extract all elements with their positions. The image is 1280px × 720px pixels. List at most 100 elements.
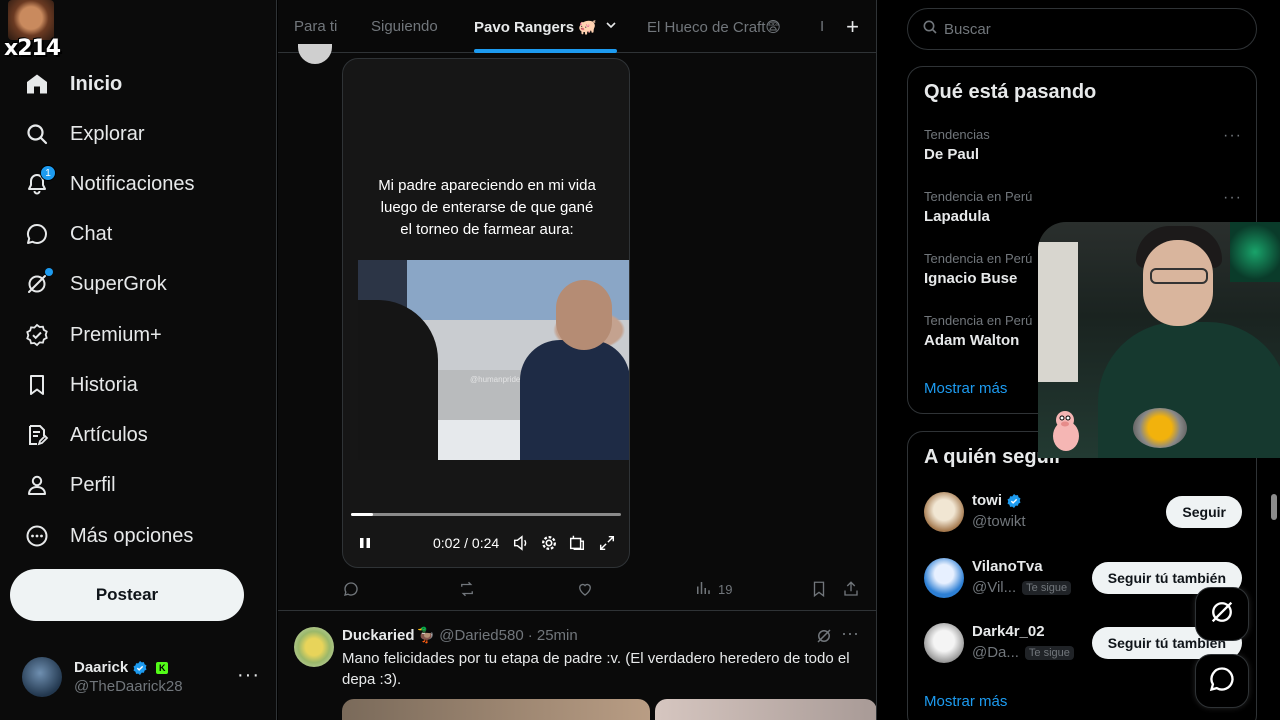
bookmark-post-icon[interactable] [810, 577, 828, 601]
suggestion-handle: @Vil... [972, 579, 1017, 596]
notification-count-badge: 1 [40, 165, 56, 181]
timeline-tabs: Para ti Siguiendo Pavo Rangers 🐖 El Huec… [278, 0, 876, 53]
repost-icon[interactable] [458, 577, 476, 601]
trend-more-icon[interactable]: ··· [1223, 189, 1242, 207]
nav-explore[interactable]: Explorar [14, 111, 154, 157]
reply-icon[interactable] [342, 577, 360, 601]
nav-explore-label: Explorar [70, 122, 145, 145]
tab-label: I [820, 18, 825, 35]
post-media-image[interactable] [655, 699, 876, 720]
post-button[interactable]: Postear [10, 569, 244, 621]
post-author-emoji: 🦆 [416, 627, 436, 644]
nav-supergrok[interactable]: SuperGrok [14, 261, 177, 307]
video-time: 0:02 / 0:24 [433, 535, 500, 551]
suggestion-avatar [924, 558, 964, 598]
streamer-body [1098, 322, 1280, 458]
fullscreen-icon[interactable] [597, 533, 617, 553]
who-to-follow-show-more-link[interactable]: Mostrar más [924, 693, 1007, 710]
home-icon [24, 71, 50, 97]
frame-figure-head [556, 280, 612, 350]
nav-notifications[interactable]: 1 Notificaciones [14, 161, 205, 207]
tab-el-hueco-de-craft[interactable]: El Hueco de Craft😨 [647, 0, 781, 53]
nav-chat[interactable]: Chat [14, 211, 122, 257]
follow-suggestion[interactable]: Dark4r_02 @Da... Te sigue Seguir tú tamb… [924, 623, 1242, 667]
follow-suggestion[interactable]: VilanoTva @Vil... Te sigue Seguir tú tam… [924, 558, 1242, 602]
post-author-handle[interactable]: @Daried580 [439, 627, 523, 644]
webcam-background-light [1230, 222, 1280, 282]
post-media-image[interactable] [342, 699, 650, 720]
nav-profile-label: Perfil [70, 473, 116, 496]
nav-more-options[interactable]: Más opciones [14, 513, 203, 559]
pause-icon[interactable] [357, 535, 373, 551]
video-progress-bar[interactable] [351, 513, 621, 516]
video-player[interactable]: Mi padre apareciendo en mi vida luego de… [342, 58, 630, 568]
tab-label: Siguiendo [371, 18, 438, 35]
suggestion-handle: @towikt [972, 513, 1026, 530]
profile-logo[interactable]: x214 [4, 0, 61, 61]
left-sidebar: x214 Inicio Explorar 1 Notificaciones Ch… [0, 0, 277, 720]
search-icon [922, 19, 938, 40]
nav-profile[interactable]: Perfil [14, 462, 126, 508]
picture-in-picture-icon[interactable] [567, 533, 587, 553]
add-tab-icon[interactable]: + [846, 14, 859, 40]
nav-notifications-label: Notificaciones [70, 172, 195, 195]
nav-articles-label: Artículos [70, 423, 148, 446]
pig-sticker-icon [1046, 408, 1082, 454]
tab-siguiendo[interactable]: Siguiendo [371, 0, 438, 53]
verified-badge-icon [24, 322, 50, 348]
search-input[interactable] [944, 20, 1244, 38]
tab-label: Para ti [294, 18, 338, 35]
follow-button[interactable]: Seguir [1166, 496, 1242, 528]
new-indicator-dot [45, 268, 53, 276]
trend-item[interactable]: Tendencia en Perú Lapadula ··· [924, 189, 1242, 225]
trend-item[interactable]: Tendencias De Paul ··· [924, 127, 1242, 163]
webcam-food-plate [1133, 408, 1187, 448]
post-item[interactable]: Duckaried 🦆 @Daried580 · 25min ··· Mano … [278, 610, 876, 720]
chevron-down-icon[interactable] [605, 19, 617, 34]
post-author-name[interactable]: Duckaried [342, 627, 415, 644]
active-tab-indicator [474, 49, 617, 53]
page-scrollbar[interactable] [1271, 494, 1277, 520]
nav-bookmarks[interactable]: Historia [14, 362, 148, 408]
account-switcher[interactable]: Daarick K @TheDaarick28 ··· [10, 650, 268, 704]
follow-suggestion[interactable]: towi @towikt Seguir [924, 492, 1242, 536]
video-watermark: @humanpride [470, 375, 521, 384]
frame-figure-coat [520, 340, 629, 460]
suggestion-name: towi [972, 492, 1002, 509]
video-frame-image: @humanpride [358, 260, 629, 460]
follows-you-badge: Te sigue [1024, 645, 1074, 660]
trend-context: Tendencias [924, 127, 990, 142]
post-more-icon[interactable]: ··· [841, 623, 859, 644]
share-icon[interactable] [842, 577, 860, 601]
frame-figure-shadow [358, 300, 438, 460]
grok-icon[interactable] [815, 627, 833, 645]
like-icon[interactable] [576, 577, 594, 601]
post-header: Duckaried 🦆 @Daried580 · 25min [342, 626, 578, 645]
settings-gear-icon[interactable] [539, 533, 559, 553]
trends-show-more-link[interactable]: Mostrar más [924, 380, 1007, 397]
streamer-glasses [1150, 268, 1208, 284]
post-avatar[interactable] [298, 44, 332, 64]
nav-premium[interactable]: Premium+ [14, 312, 172, 358]
trend-more-icon[interactable]: ··· [1223, 127, 1242, 145]
kick-badge-icon: K [156, 661, 169, 674]
nav-articles[interactable]: Artículos [14, 412, 158, 458]
post-text: Mano felicidades por tu etapa de padre :… [342, 650, 850, 688]
timeline: Para ti Siguiendo Pavo Rangers 🐖 El Huec… [278, 0, 877, 720]
search-icon [24, 121, 50, 147]
tab-pavo-rangers[interactable]: Pavo Rangers 🐖 [474, 0, 617, 53]
volume-icon[interactable] [511, 533, 531, 553]
views-icon [694, 579, 712, 600]
bell-icon: 1 [24, 165, 56, 197]
tab-label: El Hueco de Craft😨 [647, 18, 782, 36]
account-more-icon[interactable]: ··· [237, 664, 260, 687]
post-timestamp[interactable]: · 25min [528, 627, 578, 644]
grok-floating-button[interactable] [1195, 587, 1249, 641]
messages-floating-button[interactable] [1195, 654, 1249, 708]
tab-truncated[interactable]: I [820, 0, 824, 53]
search-box[interactable] [907, 8, 1257, 50]
nav-home[interactable]: Inicio [14, 61, 132, 107]
trend-context: Tendencia en Perú [924, 189, 1033, 204]
post-author-avatar[interactable] [294, 627, 334, 667]
views-button[interactable]: 19 [694, 577, 732, 601]
